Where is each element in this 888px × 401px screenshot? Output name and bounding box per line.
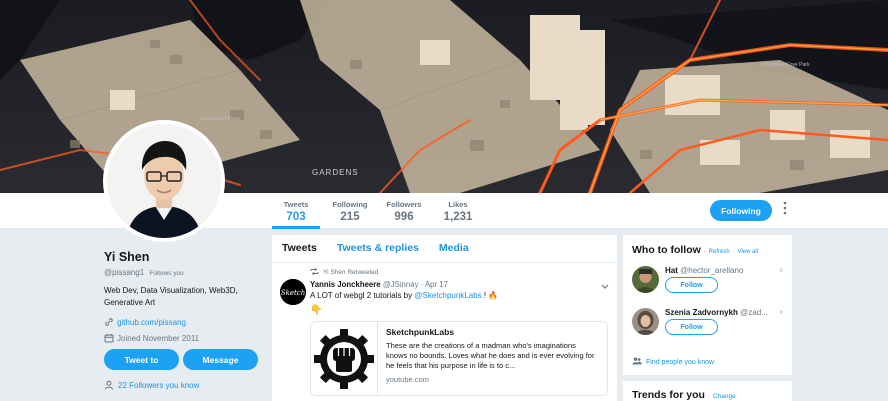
banner-label-park: Stuyvesant Cove Park [760,62,810,68]
stat-followers[interactable]: Followers 996 [380,193,428,229]
suggested-user-avatar[interactable] [632,308,659,335]
message-button[interactable]: Message [183,349,258,370]
card-image [311,322,378,395]
card-description: These are the creations of a madman who'… [386,341,595,370]
profile-handle-row: @pissang1 Follows you [104,268,264,277]
followers-you-know-row[interactable]: 22 Followers you know [104,380,264,390]
stat-value: 703 [286,211,306,223]
follow-button[interactable]: Follow [665,319,718,335]
tweet-to-button[interactable]: Tweet to [104,349,179,370]
stat-value: 1,231 [443,211,473,223]
stat-likes[interactable]: Likes 1,231 [434,193,482,229]
stat-label: Likes [448,200,468,209]
tab-media[interactable]: Media [429,235,479,262]
more-options-icon[interactable] [780,201,790,219]
suggested-user-avatar[interactable] [632,266,659,293]
follow-button[interactable]: Follow [665,277,718,293]
card-text: SketchpunkLabs These are the creations o… [378,322,607,395]
gear-fist-logo-icon [314,328,374,389]
suggested-user-handle[interactable]: @zad... [740,308,768,317]
profile-handle[interactable]: @pissang1 [104,268,144,277]
profile-card: Yi Shen @pissang1 Follows you Web Dev, D… [104,250,264,390]
tweet-author-handle[interactable]: @JSinnay [383,280,419,289]
change-trends-link[interactable]: Change [713,393,736,400]
tweet-author-name[interactable]: Yannis Jonckheere [310,280,381,289]
banner-label-plaza: Gansevoort Plaza [200,116,240,122]
suggested-user-handle[interactable]: @hector_arellano [680,266,743,275]
profile-bio: Web Dev, Data Visualization, Web3D, Gene… [104,286,238,307]
tweet-text-prefix: A LOT of webgl 2 tutorials by [310,291,415,300]
calendar-icon [104,333,114,343]
card-title: SketchpunkLabs [386,327,455,337]
separator: · [707,393,711,400]
who-to-follow: Who to follow · Refresh · View all Hat @… [623,235,792,375]
profile-website-link[interactable]: github.com/pissang [117,318,186,327]
tweet[interactable]: Yi Shen Retweeted Sketch Yannis Jonckhee… [272,263,617,401]
pointing-down-emoji: 👇 [310,305,323,316]
stat-label: Followers [386,200,422,209]
tweet-header: Yannis Jonckheere @JSinnay · Apr 17 [310,280,607,289]
link-card[interactable]: SketchpunkLabs These are the creations o… [310,321,608,396]
tweet-text-suffix: ! 🔥 [481,291,499,300]
find-people-link[interactable]: Find people you know [646,359,714,366]
stat-value: 996 [394,211,414,223]
tweet-author-avatar[interactable]: Sketch [280,279,306,305]
stat-label: Following [332,200,368,209]
stat-value: 215 [340,211,360,223]
trends-title: Trends for you [632,389,705,401]
view-all-link[interactable]: View all [738,249,759,255]
profile-link-row: github.com/pissang [104,317,264,327]
user-icon [104,380,114,390]
dismiss-icon[interactable]: × [779,308,784,317]
suggested-user-name[interactable]: Hat [665,266,678,275]
timeline-tabs: Tweets Tweets & replies Media [272,235,617,263]
tab-tweets[interactable]: Tweets [272,235,327,262]
trends: Trends for you · Change [623,381,792,401]
tweet-body: Yannis Jonckheere @JSinnay · Apr 17 A LO… [310,280,608,396]
followers-you-know-link[interactable]: 22 Followers you know [118,381,199,390]
timeline: Tweets Tweets & replies Media Yi Shen Re… [272,235,617,401]
tweet-date[interactable]: Apr 17 [425,280,448,289]
card-url: youtube.com [386,375,429,384]
stat-tweets[interactable]: Tweets 703 [272,193,320,229]
separator: · [732,249,735,255]
svg-text:Sketch: Sketch [281,289,305,297]
follows-you-badge: Follows you [149,270,184,277]
chevron-down-icon[interactable] [601,281,609,291]
following-button[interactable]: Following [710,200,772,221]
profile-stats: Tweets 703 Following 215 Followers 996 L… [272,193,488,229]
who-to-follow-header: Who to follow · Refresh · View all [623,235,792,256]
link-icon [104,317,114,327]
profile-joined: Joined November 2011 [117,333,200,343]
stat-following[interactable]: Following 215 [326,193,374,229]
people-icon [632,357,642,367]
dismiss-icon[interactable]: × [779,266,784,275]
tweet-text: A LOT of webgl 2 tutorials by @Sketchpun… [310,291,607,300]
suggested-user-name[interactable]: Szenia Zadvornykh [665,308,738,317]
suggested-user-name-row: Szenia Zadvornykh @zad... [665,308,768,317]
tab-tweets-replies[interactable]: Tweets & replies [327,235,429,262]
find-people-row[interactable]: Find people you know [632,357,714,367]
suggested-user-name-row: Hat @hector_arellano [665,266,743,275]
retweet-icon [310,267,319,277]
banner-label-gardens: GARDENS [312,168,359,177]
retweet-context: Yi Shen Retweeted [282,267,607,277]
avatar-photo [107,124,221,238]
retweeted-by-text[interactable]: Yi Shen Retweeted [323,269,378,276]
profile-joined-row: Joined November 2011 [104,333,264,343]
separator: · [703,249,706,255]
profile-actions: Tweet to Message [104,349,264,370]
tweet-mention-link[interactable]: @SketchpunkLabs [414,291,481,300]
stat-label: Tweets [283,200,309,209]
who-to-follow-title: Who to follow [632,244,701,256]
refresh-link[interactable]: Refresh [709,249,730,255]
profile-name[interactable]: Yi Shen [104,250,264,264]
profile-avatar[interactable] [103,120,225,242]
